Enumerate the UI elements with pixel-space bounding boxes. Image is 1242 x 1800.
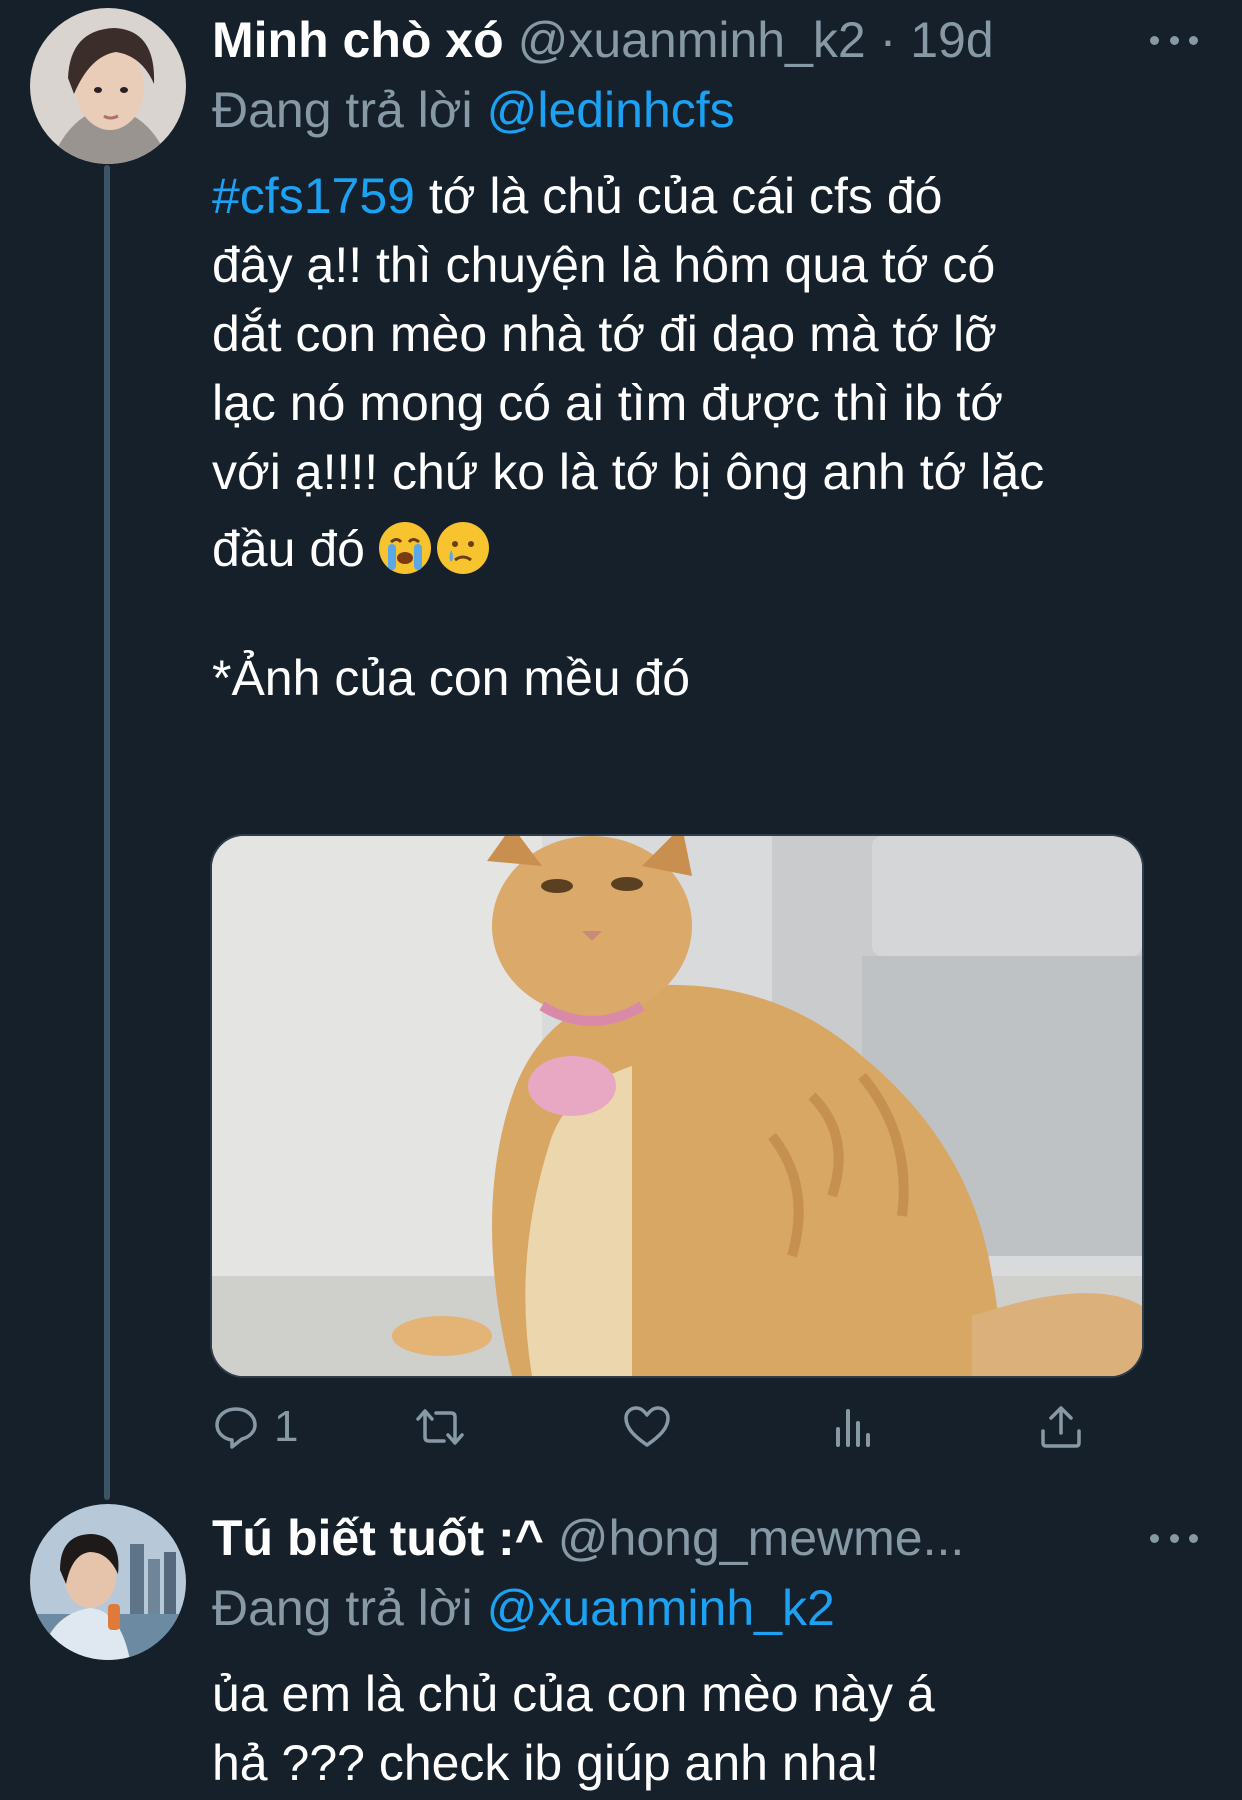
tweet-line-3: dắt con mèo nhà tớ đi dạo mà tớ lỡ (212, 306, 997, 362)
tweet-line-1: ủa em là chủ của con mèo này á (212, 1666, 935, 1722)
reply-count: 1 (274, 1402, 299, 1451)
reply-context: Đang trả lời @ledinhcfs (212, 80, 735, 140)
share-icon (1041, 1406, 1081, 1448)
more-options-icon[interactable] (1150, 1528, 1198, 1548)
timestamp[interactable]: 19d (910, 12, 993, 68)
tweet-text: #cfs1759 tớ là chủ của cái cfs đó đây ạ!… (212, 162, 1212, 713)
user-handle[interactable]: @xuanminh_k2 (518, 12, 866, 68)
avatar-photo (30, 1504, 186, 1660)
tweet-actions: 1 (212, 1395, 1092, 1459)
attached-image[interactable] (210, 834, 1144, 1378)
display-name[interactable]: Minh chò xó (212, 12, 504, 68)
share-button[interactable] (1038, 1395, 1084, 1459)
tweet-text-segment: tớ là chủ của cái cfs đó (414, 168, 943, 224)
retweet-button[interactable] (412, 1395, 468, 1459)
reply-prefix: Đang trả lời (212, 82, 473, 138)
tweet-caption: *Ảnh của con mều đó (212, 650, 691, 706)
avatar[interactable] (30, 8, 186, 164)
analytics-button[interactable] (832, 1395, 876, 1459)
reply-mention-link[interactable]: @ledinhcfs (487, 82, 735, 138)
loudly-crying-face-icon (378, 522, 431, 574)
reply-icon (215, 1407, 257, 1449)
analytics-icon (836, 1409, 870, 1447)
like-button[interactable] (622, 1395, 672, 1459)
tweet-line-1: #cfs1759 tớ là chủ của cái cfs đó (212, 162, 1212, 231)
tweet-header: Tú biết tuốt :^ @hong_mewme... (212, 1508, 964, 1568)
avatar-photo (30, 8, 186, 164)
avatar[interactable] (30, 1504, 186, 1660)
tweet-line-4: lạc nó mong có ai tìm được thì ib tớ (212, 375, 1004, 431)
tweet-text-segment: đầu đó (212, 521, 365, 577)
crying-face-icon (436, 522, 489, 574)
tweet-text: ủa em là chủ của con mèo này á hả ??? ch… (212, 1660, 1212, 1798)
reply-prefix: Đang trả lời (212, 1580, 473, 1636)
user-handle[interactable]: @hong_mewme... (558, 1510, 965, 1566)
tweet-line-2: hả ??? check ib giúp anh nha! (212, 1735, 880, 1791)
tweet-line-6: đầu đó (212, 515, 1212, 584)
more-options-icon[interactable] (1150, 30, 1198, 50)
tweet-header: Minh chò xó @xuanminh_k2 · 19d (212, 10, 994, 70)
reply-button[interactable]: 1 (212, 1395, 298, 1459)
like-icon (624, 1406, 670, 1447)
tweet-line-5: với ạ!!!! chứ ko là tớ bị ông anh tớ lặc (212, 444, 1045, 500)
retweet-icon (416, 1409, 464, 1445)
cat-photo (212, 836, 1142, 1376)
hashtag-link[interactable]: #cfs1759 (212, 168, 415, 224)
thread-line (104, 165, 110, 1500)
reply-mention-link[interactable]: @xuanminh_k2 (487, 1580, 835, 1636)
reply-context: Đang trả lời @xuanminh_k2 (212, 1578, 835, 1638)
tweet-line-2: đây ạ!! thì chuyện là hôm qua tớ có (212, 237, 996, 293)
display-name[interactable]: Tú biết tuốt :^ (212, 1510, 544, 1566)
separator-dot: · (879, 12, 897, 68)
